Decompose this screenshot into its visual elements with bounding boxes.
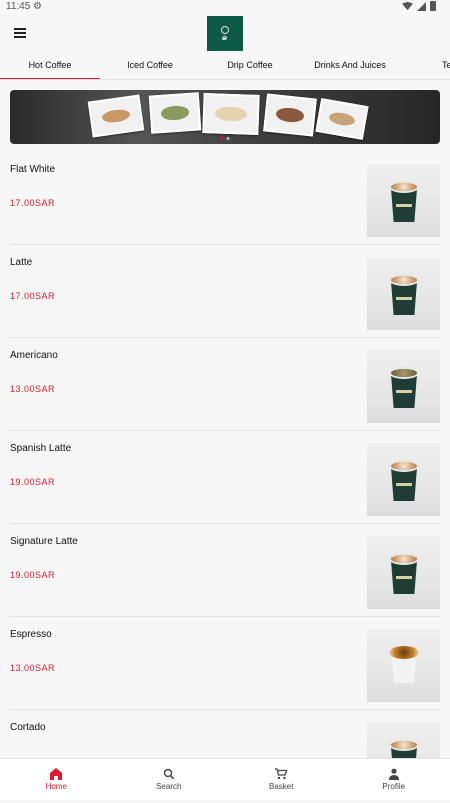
menu-item[interactable]: Americano 13.00SAR <box>0 338 450 431</box>
nav-home[interactable]: Home <box>0 759 113 800</box>
menu-icon[interactable] <box>14 28 26 38</box>
tab-tea[interactable]: Te <box>400 56 450 80</box>
nav-basket[interactable]: Basket <box>225 759 338 800</box>
app-bar: ☕ <box>0 14 450 54</box>
bottom-navigation: Home Search Basket Profile <box>0 758 450 800</box>
item-price: 13.00SAR <box>10 663 55 673</box>
nav-search-label: Search <box>156 782 181 791</box>
promo-banner[interactable] <box>10 90 440 144</box>
tab-hot-coffee[interactable]: Hot Coffee <box>0 56 100 80</box>
item-name: Flat White <box>10 164 55 175</box>
basket-icon <box>274 768 288 780</box>
item-name: Latte <box>10 257 32 268</box>
menu-item[interactable]: Espresso 13.00SAR <box>0 617 450 710</box>
banner-pagination <box>221 137 230 140</box>
menu-item[interactable]: Signature Latte 19.00SAR <box>0 524 450 617</box>
banner-dot[interactable] <box>221 137 224 140</box>
banner-photo <box>263 93 317 136</box>
profile-icon <box>387 768 401 780</box>
banner-dot[interactable] <box>227 137 230 140</box>
tabs-divider <box>0 79 450 80</box>
item-name: Spanish Latte <box>10 443 71 454</box>
item-name: Americano <box>10 350 58 361</box>
item-image <box>367 629 440 702</box>
nav-basket-label: Basket <box>269 782 293 791</box>
item-image <box>367 443 440 516</box>
search-icon <box>162 768 176 780</box>
category-tabs: Hot Coffee Iced Coffee Drip Coffee Drink… <box>0 56 450 80</box>
battery-icon <box>430 1 436 11</box>
item-price: 13.00SAR <box>10 384 55 394</box>
status-icons <box>402 1 436 11</box>
tab-drip-coffee[interactable]: Drip Coffee <box>200 56 300 80</box>
item-image <box>367 164 440 237</box>
item-name: Signature Latte <box>10 536 78 547</box>
item-price: 17.00SAR <box>10 198 55 208</box>
nav-profile-label: Profile <box>382 782 405 791</box>
nav-home-label: Home <box>46 782 67 791</box>
tab-iced-coffee[interactable]: Iced Coffee <box>100 56 200 80</box>
item-price: 19.00SAR <box>10 477 55 487</box>
nav-search[interactable]: Search <box>113 759 226 800</box>
tab-drinks-and-juices[interactable]: Drinks And Juices <box>300 56 400 80</box>
item-image <box>367 350 440 423</box>
menu-item[interactable]: Latte 17.00SAR <box>0 245 450 338</box>
item-name: Espresso <box>10 629 52 640</box>
item-image <box>367 257 440 330</box>
signal-icon <box>417 2 426 11</box>
item-price: 17.00SAR <box>10 291 55 301</box>
item-name: Cortado <box>10 722 46 733</box>
wifi-icon <box>402 2 413 11</box>
gear-icon: ⚙ <box>33 1 42 12</box>
status-bar: 11:45 ⚙ <box>0 0 450 14</box>
banner-photo <box>315 98 368 140</box>
banner-photo <box>88 95 145 138</box>
brand-logo: ☕ <box>207 16 243 51</box>
menu-item[interactable]: Spanish Latte 19.00SAR <box>0 431 450 524</box>
item-image <box>367 536 440 609</box>
menu-item[interactable]: Flat White 17.00SAR <box>0 152 450 245</box>
banner-photo <box>149 92 202 133</box>
home-icon <box>49 768 63 780</box>
banner-photo <box>202 93 259 135</box>
nav-profile[interactable]: Profile <box>338 759 450 800</box>
item-price: 19.00SAR <box>10 570 55 580</box>
status-time: 11:45 <box>6 1 30 12</box>
